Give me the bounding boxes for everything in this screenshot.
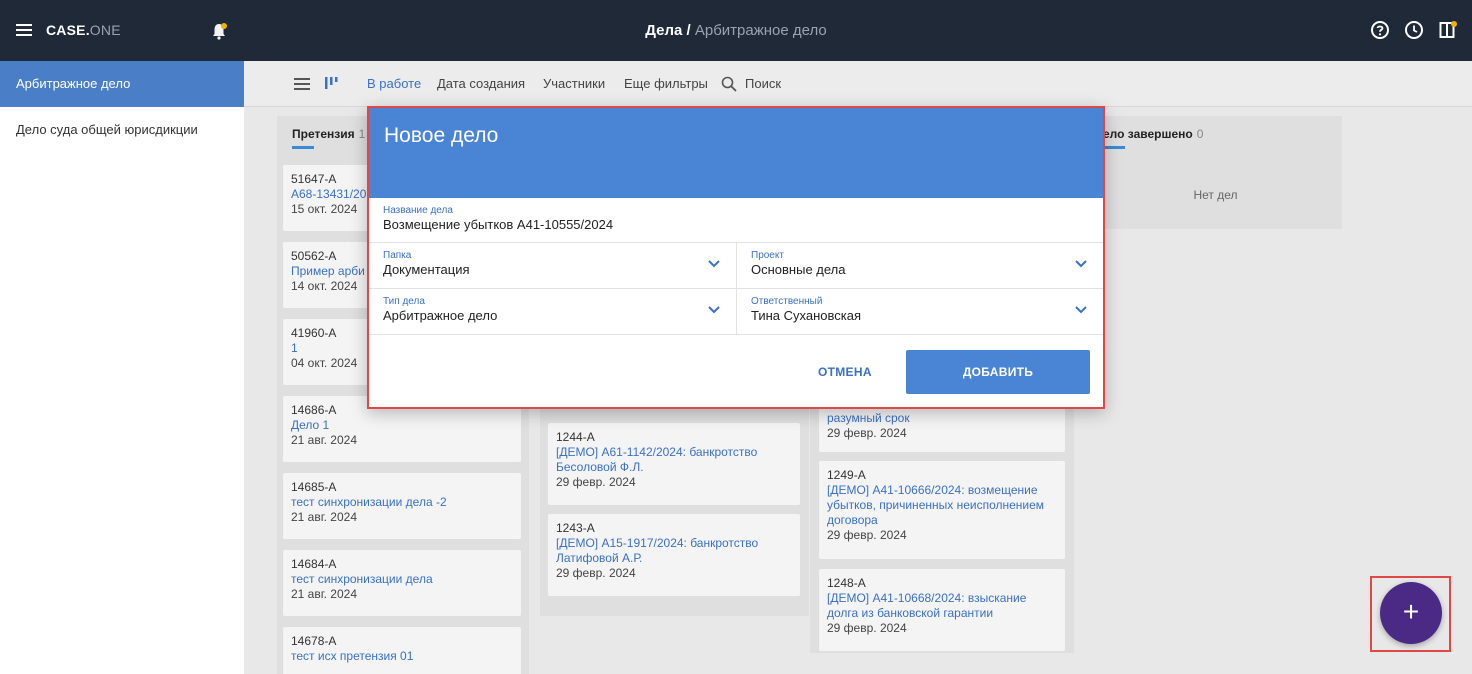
sidebar: Арбитражное дело Дело суда общей юрисдик…: [0, 61, 244, 674]
case-card[interactable]: 1249-А [ДЕМО] А41-10666/2024: возмещение…: [819, 461, 1065, 559]
page-title: Дела / Арбитражное дело: [0, 22, 1472, 39]
column-header: ело завершено 0: [1103, 127, 1203, 141]
card-date: 29 февр. 2024: [827, 621, 907, 635]
case-name-label: Название дела: [383, 205, 453, 216]
chevron-down-icon[interactable]: [708, 306, 720, 314]
card-title[interactable]: тест синхронизации дела -2: [291, 495, 513, 510]
card-date: 21 авг. 2024: [291, 510, 358, 524]
card-number: 1248-А: [827, 576, 866, 590]
project-label: Проект: [751, 250, 784, 261]
panel-icon[interactable]: [1438, 20, 1458, 40]
project-select[interactable]: Проект Основные дела: [737, 243, 1103, 289]
card-title[interactable]: Дело 1: [291, 418, 513, 433]
column-count: 1: [358, 127, 366, 141]
top-icons: [1370, 20, 1458, 40]
case-type-label: Тип дела: [383, 296, 425, 307]
case-card[interactable]: 14684-А тест синхронизации дела 21 авг. …: [283, 550, 521, 616]
owner-select[interactable]: Ответственный Тина Сухановская: [737, 289, 1103, 335]
folder-label: Папка: [383, 250, 412, 261]
filter-in-work[interactable]: В работе: [367, 76, 421, 91]
sidebar-item-general-court[interactable]: Дело суда общей юрисдикции: [0, 107, 244, 153]
card-number: 1249-А: [827, 468, 866, 482]
card-number: 14678-А: [291, 634, 337, 648]
filter-participants[interactable]: Участники: [543, 76, 605, 91]
filter-bar: В работе Дата создания Участники Еще фил…: [244, 61, 1472, 107]
history-icon[interactable]: [1404, 20, 1424, 40]
card-number: 1243-А: [556, 521, 595, 535]
card-date: 21 авг. 2024: [291, 433, 358, 447]
owner-value: Тина Сухановская: [751, 308, 862, 323]
column-title: Претензия: [292, 127, 355, 141]
card-number: 1244-А: [556, 430, 595, 444]
chevron-down-icon[interactable]: [1075, 306, 1087, 314]
board-view-icon[interactable]: [324, 77, 338, 89]
top-bar: CASE.ONE Дела / Арбитражное дело: [0, 0, 1472, 61]
column-underline: [1103, 146, 1125, 149]
add-case-fab[interactable]: +: [1380, 582, 1442, 644]
case-name-input[interactable]: Возмещение убытков А41-10555/2024: [383, 217, 1089, 232]
folder-select[interactable]: Папка Документация: [369, 243, 736, 289]
case-card[interactable]: 1243-А [ДЕМО] А15-1917/2024: банкротство…: [548, 514, 800, 596]
case-card[interactable]: 1248-А [ДЕМО] А41-10668/2024: взыскание …: [819, 569, 1065, 651]
case-card[interactable]: 1244-А [ДЕМО] А61-1142/2024: банкротство…: [548, 423, 800, 505]
case-card[interactable]: 14678-А тест исх претензия 01: [283, 627, 521, 674]
card-title[interactable]: [ДЕМО] А41-10668/2024: взыскание долга и…: [827, 591, 1057, 621]
search-input[interactable]: Поиск: [745, 76, 781, 91]
column-underline: [292, 146, 314, 149]
case-type-value: Арбитражное дело: [383, 308, 498, 323]
help-icon[interactable]: [1370, 20, 1390, 40]
add-button[interactable]: ДОБАВИТЬ: [906, 350, 1090, 394]
card-date: 21 авг. 2024: [291, 587, 358, 601]
card-title[interactable]: [ДЕМО] А41-10666/2024: возмещение убытко…: [827, 483, 1057, 528]
card-date: 29 февр. 2024: [556, 566, 636, 580]
folder-value: Документация: [383, 262, 470, 277]
case-name-field[interactable]: Название дела Возмещение убытков А41-105…: [369, 198, 1103, 243]
page-title-sub[interactable]: Арбитражное дело: [695, 22, 827, 39]
dialog-title: Новое дело: [369, 108, 1103, 198]
card-title[interactable]: тест синхронизации дела: [291, 572, 513, 587]
chevron-down-icon[interactable]: [708, 260, 720, 268]
search-icon[interactable]: [721, 76, 737, 92]
card-number: 14684-А: [291, 557, 337, 571]
card-date: 29 февр. 2024: [827, 426, 907, 440]
card-title[interactable]: [ДЕМО] А15-1917/2024: банкротство Латифо…: [556, 536, 792, 566]
sidebar-item-arbitration[interactable]: Арбитражное дело: [0, 61, 244, 107]
case-type-select[interactable]: Тип дела Арбитражное дело: [369, 289, 736, 335]
filter-more[interactable]: Еще фильтры: [624, 76, 708, 91]
chevron-down-icon[interactable]: [1075, 260, 1087, 268]
case-card[interactable]: 14685-А тест синхронизации дела -2 21 ав…: [283, 473, 521, 539]
empty-column-text: Нет дел: [1193, 188, 1238, 202]
column-completed: ело завершено 0 Нет дел: [1089, 116, 1342, 229]
owner-label: Ответственный: [751, 296, 823, 307]
filter-created-date[interactable]: Дата создания: [437, 76, 525, 91]
column-header: Претензия 1: [292, 127, 365, 141]
card-title[interactable]: [ДЕМО] А61-1142/2024: банкротство Бесоло…: [556, 445, 792, 475]
card-date: 29 февр. 2024: [556, 475, 636, 489]
card-title[interactable]: тест исх претензия 01: [291, 649, 513, 664]
card-title[interactable]: разумный срок: [827, 411, 1057, 426]
field-divider: [736, 243, 737, 335]
list-view-icon[interactable]: [294, 78, 310, 93]
new-case-dialog: Новое дело Название дела Возмещение убыт…: [367, 106, 1105, 409]
card-number: 14685-А: [291, 480, 337, 494]
project-value: Основные дела: [751, 262, 846, 277]
cancel-button[interactable]: ОТМЕНА: [818, 365, 872, 379]
column-count: 0: [1196, 127, 1204, 141]
column-title: ело завершено: [1103, 127, 1193, 141]
page-title-main: Дела: [645, 22, 683, 39]
page-title-sep: /: [682, 22, 695, 39]
card-date: 29 февр. 2024: [827, 528, 907, 542]
